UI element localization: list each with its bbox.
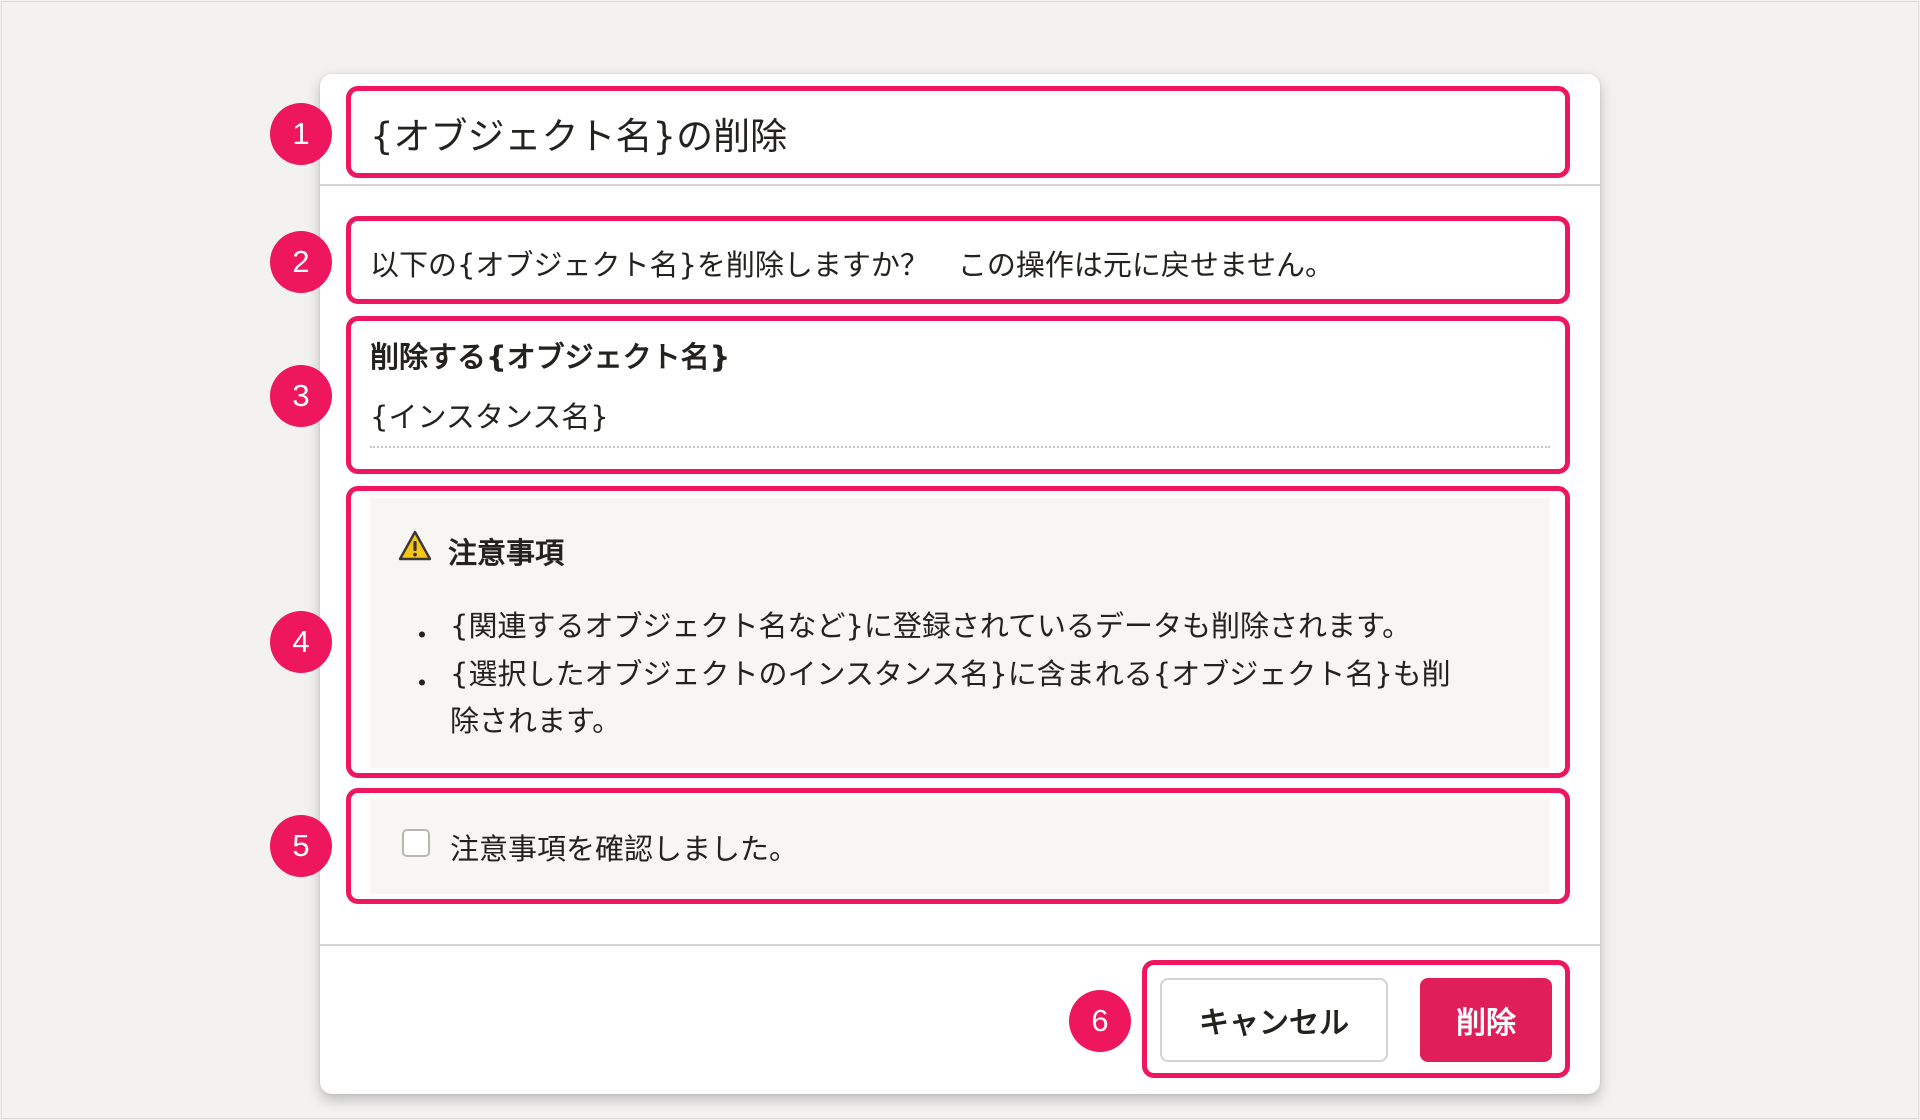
highlight-box-message: [346, 216, 1570, 304]
annotation-badge-2: 2: [270, 231, 332, 293]
highlight-box-notice: [346, 486, 1570, 778]
annotation-badge-5: 5: [270, 815, 332, 877]
annotation-badge-1: 1: [270, 103, 332, 165]
highlight-box-title: [346, 86, 1570, 178]
annotation-badge-4: 4: [270, 611, 332, 673]
highlight-box-confirm: [346, 788, 1570, 904]
header-divider: [320, 184, 1600, 186]
footer-divider: [320, 944, 1600, 946]
highlight-box-target: [346, 316, 1570, 474]
annotation-badge-3: 3: [270, 365, 332, 427]
annotation-badge-6: 6: [1069, 990, 1131, 1052]
highlight-box-buttons: [1142, 960, 1570, 1078]
